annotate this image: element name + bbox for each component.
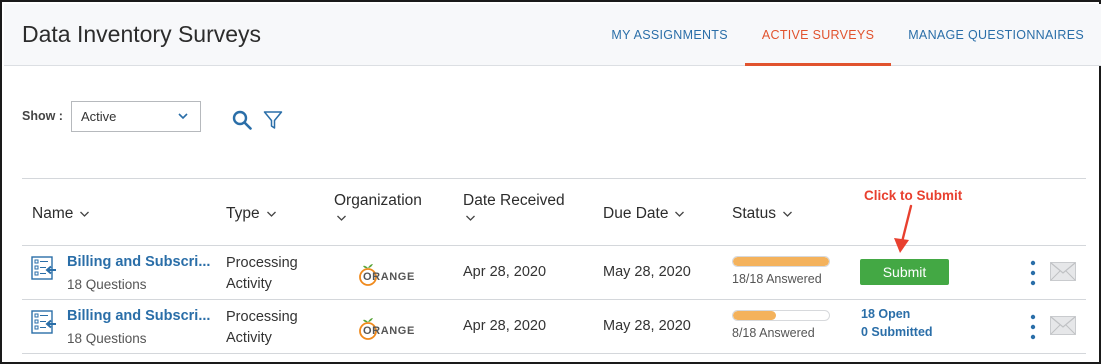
tab-my-assignments[interactable]: MY ASSIGNMENTS [594,4,745,66]
search-icon[interactable] [232,110,252,130]
column-label: Status [732,205,776,222]
organization-name: ORANGE [363,325,415,337]
question-count: 18 Questions [67,331,147,346]
column-label: Name [32,205,74,222]
survey-type-line: Processing [226,255,298,271]
chevron-down-icon [782,211,792,217]
column-label: Organization [334,192,422,209]
chevron-down-icon [80,211,90,217]
progress-fill [733,257,829,266]
more-options-icon[interactable] [1029,260,1037,286]
app-window: Data Inventory Surveys MY ASSIGNMENTS AC… [0,0,1101,364]
column-header-type[interactable]: Type [226,203,277,225]
mail-icon[interactable] [1050,262,1076,281]
page-header: Data Inventory Surveys MY ASSIGNMENTS AC… [4,4,1101,66]
submit-button[interactable]: Submit [860,259,949,285]
organization-name: ORANGE [363,271,415,283]
progress-bar [732,256,830,267]
column-header-date-received[interactable]: Date Received [463,190,565,222]
more-options-icon[interactable] [1029,314,1037,340]
annotation-text: Click to Submit [864,188,963,203]
annotation-arrow-icon [894,204,913,253]
show-select[interactable]: Active [71,101,201,132]
table-row: Billing and Subscri... 18 Questions Proc… [22,300,1086,354]
submitted-count-link[interactable]: 0 Submitted [861,325,933,339]
column-label: Date Received [463,192,565,209]
due-date: May 28, 2020 [603,264,691,280]
chevron-down-icon [466,215,475,221]
survey-type: Processing Activity [226,307,298,349]
column-header-status[interactable]: Status [732,203,793,225]
due-date: May 28, 2020 [603,318,691,334]
survey-type-line: Processing [226,309,298,325]
show-label: Show : [22,109,63,123]
filter-icon[interactable] [263,110,283,130]
question-count: 18 Questions [67,277,147,292]
column-header-organization[interactable]: Organization [334,190,422,222]
answered-count: 18/18 Answered [732,272,822,286]
surveys-table: Name Type Organization Date Received Due… [22,178,1086,354]
survey-type-line: Activity [226,276,272,292]
column-header-name[interactable]: Name [32,203,90,225]
open-count-link[interactable]: 18 Open [861,307,910,321]
table-row: Billing and Subscri... 18 Questions Proc… [22,246,1086,300]
chevron-down-icon [266,211,276,217]
questionnaire-icon [31,310,56,334]
column-header-due-date[interactable]: Due Date [603,203,685,225]
show-select-value: Active [81,109,117,124]
mail-icon[interactable] [1050,316,1076,335]
chevron-down-icon [675,211,685,217]
column-label: Due Date [603,205,669,222]
chevron-down-icon [178,113,188,120]
survey-type-line: Activity [226,330,272,346]
page-title: Data Inventory Surveys [22,21,262,47]
column-label: Type [226,205,260,222]
chevron-down-icon [337,215,346,221]
tab-active-surveys[interactable]: ACTIVE SURVEYS [744,4,892,66]
tab-manage-questionnaires[interactable]: MANAGE QUESTIONNAIRES [891,4,1101,66]
survey-type: Processing Activity [226,253,298,295]
top-nav: MY ASSIGNMENTS ACTIVE SURVEYS MANAGE QUE… [594,4,1101,66]
progress-fill [733,311,776,320]
progress-bar [732,310,830,321]
date-received: Apr 28, 2020 [463,318,547,334]
date-received: Apr 28, 2020 [463,264,547,280]
survey-name-link[interactable]: Billing and Subscri... [67,254,210,270]
questionnaire-icon [31,256,56,280]
answered-count: 8/18 Answered [732,326,815,340]
survey-name-link[interactable]: Billing and Subscri... [67,308,210,324]
